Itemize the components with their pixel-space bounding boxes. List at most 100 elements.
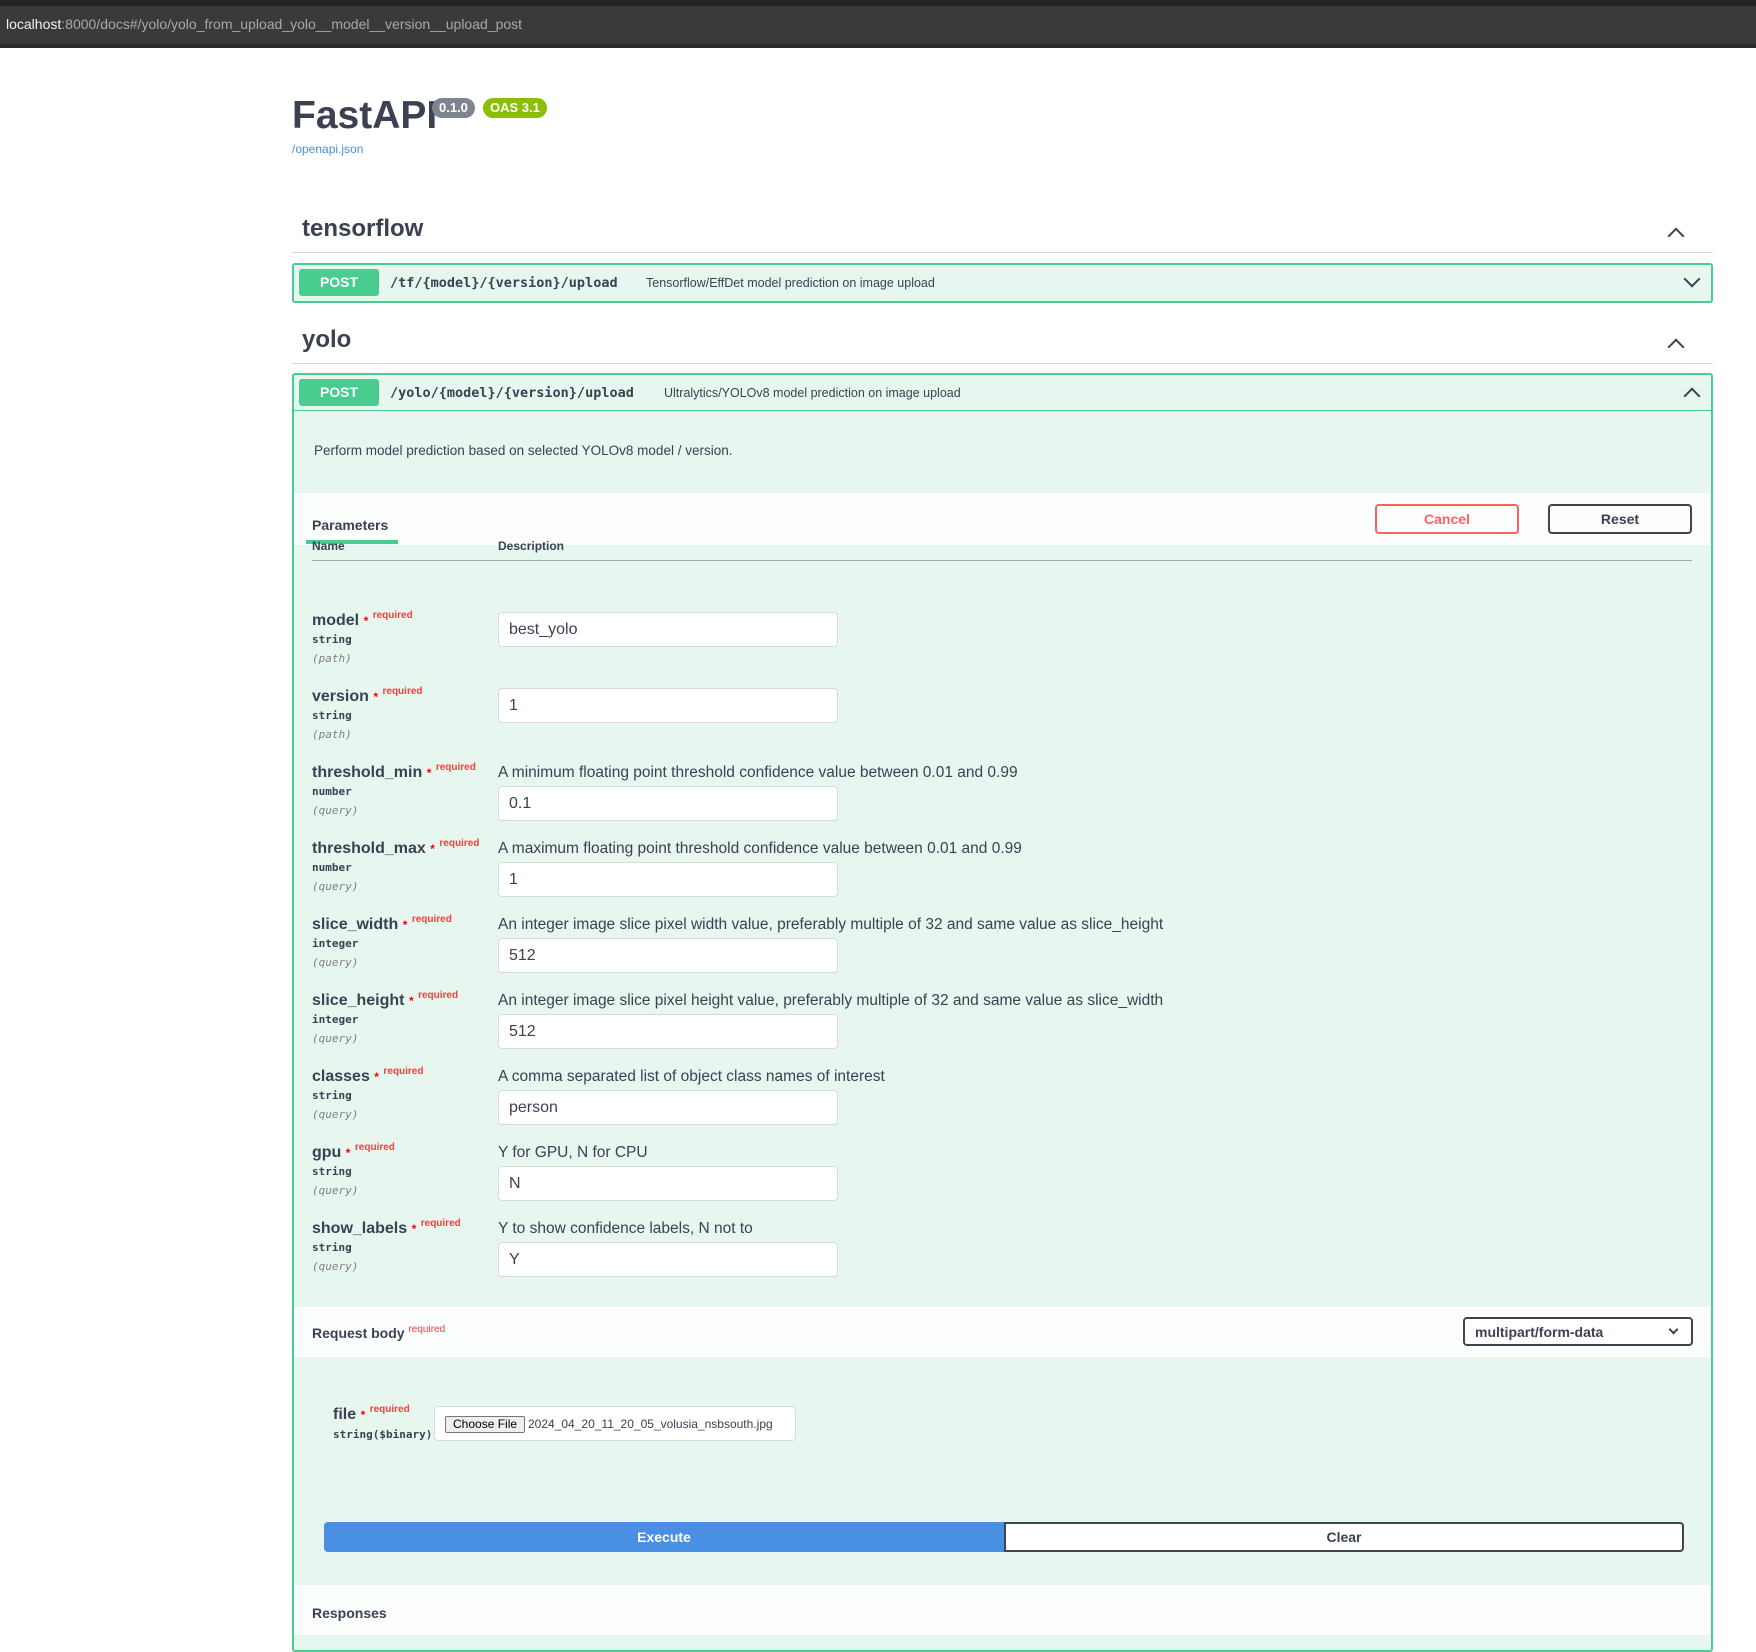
clear-button[interactable]: Clear: [1004, 1522, 1684, 1552]
param-type: string: [312, 633, 352, 646]
operation-tf-upload[interactable]: POST /tf/{model}/{version}/upload Tensor…: [292, 263, 1713, 303]
required-star: *: [345, 1146, 351, 1160]
tag-tensorflow[interactable]: tensorflow: [292, 213, 1713, 253]
chevron-down-icon[interactable]: [1683, 270, 1701, 288]
required-star: *: [374, 1070, 379, 1084]
param-location: (path): [312, 652, 352, 665]
tag-name: yolo: [302, 326, 352, 353]
param-name-text: file: [333, 1406, 357, 1423]
param-location: (query): [312, 1032, 359, 1045]
param-type: number: [312, 861, 352, 874]
choose-file-button[interactable]: Choose File: [445, 1416, 526, 1433]
param-description: Y to show confidence labels, N not to: [498, 1220, 753, 1237]
param-type: number: [312, 785, 352, 798]
param-location: (path): [312, 728, 352, 741]
file-input[interactable]: Choose File 2024_04_20_11_20_05_volusia_…: [434, 1406, 796, 1441]
param-type: string: [312, 709, 352, 722]
version-input[interactable]: [498, 688, 838, 723]
param-row-version: version * required string (path): [312, 686, 1692, 764]
param-type: string: [312, 1089, 352, 1102]
param-name: model * required: [312, 610, 413, 630]
execute-button[interactable]: Execute: [324, 1522, 1004, 1552]
required-label: required: [408, 1324, 446, 1335]
version-badge: 0.1.0: [432, 98, 475, 118]
param-row-show-labels: show_labels * required string (query) Y …: [312, 1218, 1692, 1296]
responses-header: Responses: [294, 1585, 1711, 1635]
param-description: A minimum floating point threshold confi…: [498, 764, 1018, 781]
param-name-text: gpu: [312, 1144, 342, 1161]
required-label: required: [439, 838, 480, 849]
param-name: show_labels * required: [312, 1218, 461, 1238]
classes-input[interactable]: [498, 1090, 838, 1125]
tag-yolo[interactable]: yolo: [292, 324, 1713, 364]
url-path: :8000/docs#/yolo/yolo_from_upload_yolo__…: [61, 16, 523, 32]
param-description: An integer image slice pixel height valu…: [498, 992, 1164, 1009]
param-row-classes: classes * required string (query) A comm…: [312, 1066, 1692, 1144]
browser-address-bar[interactable]: localhost:8000/docs#/yolo/yolo_from_uplo…: [0, 0, 1756, 48]
chosen-file-name: 2024_04_20_11_20_05_volusia_nsbsouth.jpg: [528, 1417, 773, 1431]
tag-name: tensorflow: [302, 215, 424, 242]
chevron-up-icon[interactable]: [1667, 338, 1685, 356]
operation-summary[interactable]: POST /tf/{model}/{version}/upload Tensor…: [294, 265, 1711, 301]
param-row-threshold-min: threshold_min * required number (query) …: [312, 762, 1692, 840]
address-url[interactable]: localhost:8000/docs#/yolo/yolo_from_uplo…: [6, 16, 522, 32]
request-body-title-text: Request body: [312, 1325, 405, 1341]
tab-parameters[interactable]: Parameters: [312, 517, 388, 533]
openapi-json-link[interactable]: /openapi.json: [292, 142, 363, 156]
param-row-threshold-max: threshold_max * required number (query) …: [312, 838, 1692, 916]
reset-button[interactable]: Reset: [1548, 504, 1692, 534]
param-type: integer: [312, 937, 359, 950]
required-label: required: [382, 686, 423, 697]
param-row-model: model * required string (path): [312, 610, 1692, 688]
required-star: *: [430, 842, 435, 856]
param-description: A maximum floating point threshold confi…: [498, 840, 1022, 857]
request-body-title: Request body required: [312, 1324, 446, 1341]
cancel-button[interactable]: Cancel: [1375, 504, 1519, 534]
gpu-input[interactable]: [498, 1166, 838, 1201]
operation-summary[interactable]: POST /yolo/{model}/{version}/upload Ultr…: [294, 375, 1711, 411]
slice-height-input[interactable]: [498, 1014, 838, 1049]
content-type-select[interactable]: multipart/form-data: [1463, 1317, 1693, 1346]
url-host: localhost: [6, 16, 62, 32]
required-star: *: [426, 766, 432, 780]
param-row-slice-width: slice_width * required integer (query) A…: [312, 914, 1692, 992]
required-label: required: [418, 990, 459, 1001]
param-location: (query): [312, 956, 359, 969]
required-star: *: [408, 994, 414, 1008]
model-input[interactable]: [498, 612, 838, 647]
param-type: string($binary): [333, 1428, 433, 1441]
param-location: (query): [312, 804, 359, 817]
param-name-text: threshold_min: [312, 764, 423, 781]
param-name-text: classes: [312, 1068, 370, 1085]
param-name: version * required: [312, 686, 423, 706]
column-header-name: Name: [312, 539, 345, 553]
method-badge: POST: [299, 379, 379, 406]
slice-width-input[interactable]: [498, 938, 838, 973]
param-location: (query): [312, 1260, 359, 1273]
operation-yolo-upload: POST /yolo/{model}/{version}/upload Ultr…: [292, 373, 1713, 1652]
param-row-slice-height: slice_height * required integer (query) …: [312, 990, 1692, 1068]
operation-summary-text: Tensorflow/EffDet model prediction on im…: [646, 276, 935, 290]
execute-wrapper: Execute Clear: [294, 1522, 1711, 1554]
required-label: required: [372, 610, 413, 621]
show-labels-input[interactable]: [498, 1242, 838, 1277]
param-type: string: [312, 1165, 352, 1178]
required-label: required: [354, 1142, 395, 1153]
param-name: gpu * required: [312, 1142, 395, 1162]
chevron-up-icon[interactable]: [1683, 387, 1701, 405]
page-title: FastAPI: [292, 94, 438, 137]
chevron-up-icon[interactable]: [1667, 227, 1685, 245]
required-label: required: [383, 1066, 424, 1077]
address-bar-divider: [0, 44, 1756, 48]
chevron-down-icon: [1668, 1324, 1679, 1335]
param-description: A comma separated list of object class n…: [498, 1068, 885, 1085]
required-star: *: [363, 614, 369, 628]
threshold-min-input[interactable]: [498, 786, 838, 821]
param-name: threshold_min * required: [312, 762, 476, 782]
threshold-max-input[interactable]: [498, 862, 838, 897]
operation-path: /yolo/{model}/{version}/upload: [390, 385, 634, 401]
param-row-gpu: gpu * required string (query) Y for GPU,…: [312, 1142, 1692, 1220]
required-label: required: [435, 762, 476, 773]
param-name-text: model: [312, 612, 360, 629]
content-type-value: multipart/form-data: [1475, 1324, 1604, 1340]
